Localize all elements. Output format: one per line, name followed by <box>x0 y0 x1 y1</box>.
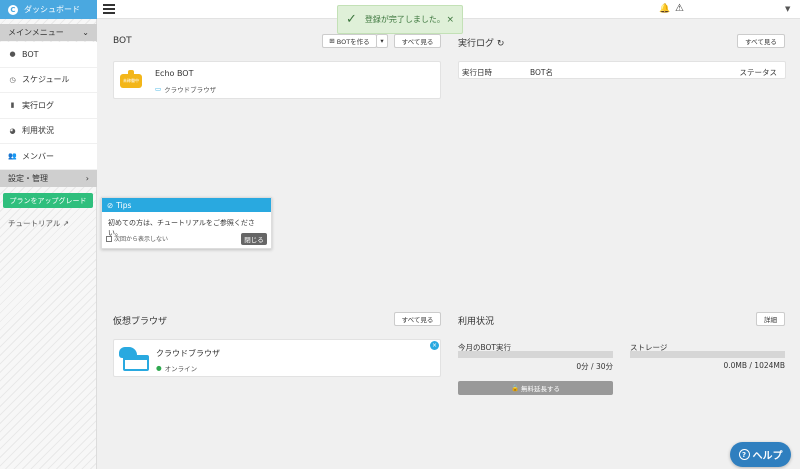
user-menu-caret-icon[interactable]: ▼ <box>785 5 790 13</box>
main-menu-label: メインメニュー <box>8 28 64 37</box>
tutorial-link[interactable]: チュートリアル ↗ <box>8 218 69 229</box>
main-menu: ● BOT ◷ スケジュール ▮ 実行ログ ◕ 利用状況 👥 メンバー <box>0 42 97 170</box>
vbrowser-view-all-button[interactable]: すべて見る <box>394 312 441 326</box>
vbrowser-card[interactable]: クラウドブラウザ ● オンライン × <box>113 339 441 377</box>
close-circle-icon[interactable]: × <box>430 341 439 350</box>
bot-avatar-label: 未稼働中 <box>120 74 142 88</box>
toast-message: 登録が完了しました。 <box>364 15 445 24</box>
vbrowser-status: ● オンライン <box>156 363 197 373</box>
tips-close-button[interactable]: 閉じる <box>241 233 267 245</box>
tips-title: Tips <box>116 200 132 210</box>
tutorial-label: チュートリアル <box>8 219 61 228</box>
check-circle-icon: ⊘ <box>107 200 114 210</box>
refresh-icon[interactable]: ↻ <box>497 39 505 49</box>
close-icon[interactable]: × <box>446 15 454 25</box>
online-check-icon: ● <box>156 364 162 372</box>
cloud-browser-icon <box>119 345 149 373</box>
free-extend-label: 無料延長する <box>521 385 561 393</box>
plus-icon: ⊞ <box>329 37 335 45</box>
create-bot-dropdown[interactable]: ▾ <box>376 34 388 48</box>
question-icon: ? <box>738 449 750 460</box>
bot-view-all-button[interactable]: すべて見る <box>394 34 441 48</box>
log-col-status: ステータス <box>739 68 778 77</box>
bot-section-title: BOT <box>113 36 132 46</box>
usage-section-title: 利用状況 <box>458 317 495 327</box>
vbrowser-section-title: 仮想ブラウザ <box>113 317 168 327</box>
file-icon: ▮ <box>10 101 15 110</box>
clock-icon: ◷ <box>9 75 16 84</box>
check-icon: ✓ <box>346 12 357 27</box>
users-icon: 👥 <box>8 152 17 161</box>
sidebar-item-label: 利用状況 <box>22 126 54 136</box>
robot-icon: ● <box>9 50 16 59</box>
chevron-right-icon: › <box>85 174 89 183</box>
sidebar-item-schedule[interactable]: ◷ スケジュール <box>0 68 97 93</box>
external-link-icon: ↗ <box>62 219 70 228</box>
help-button[interactable]: ? ヘルプ <box>730 442 791 467</box>
sidebar-item-label: スケジュール <box>22 75 70 85</box>
log-table: 実行日時 BOT名 ステータス <box>458 61 786 79</box>
pie-chart-icon: ◕ <box>9 126 16 135</box>
bot-name: Echo BOT <box>155 69 194 78</box>
dashboard-label: ダッシュボード <box>24 5 80 14</box>
warning-icon[interactable]: ⚠ <box>675 3 684 14</box>
lock-icon: 🔒 <box>510 384 520 392</box>
tips-popover: ⊘ Tips 初めての方は、チュートリアルをご参照ください。 次回から表示しない … <box>101 197 272 249</box>
sidebar-item-usage[interactable]: ◕ 利用状況 <box>0 119 97 144</box>
upgrade-button[interactable]: プランをアップグレード <box>3 193 93 208</box>
storage-value: 0.0MB / 1024MB <box>723 361 785 370</box>
tips-header: ⊘ Tips <box>102 198 271 212</box>
bot-browser-label: クラウドブラウザ <box>164 86 217 94</box>
create-bot-label: BOTを作る <box>336 38 370 46</box>
caret-down-icon: ▾ <box>380 37 384 45</box>
sidebar-item-label: メンバー <box>22 151 54 161</box>
logo-icon: C <box>8 4 18 15</box>
sidebar: C ダッシュボード メインメニュー ⌄ ● BOT ◷ スケジュール ▮ 実行ログ ◕… <box>0 0 97 469</box>
vbrowser-name: クラウドブラウザ <box>156 349 220 358</box>
log-view-all-button[interactable]: すべて見る <box>737 34 785 48</box>
log-col-botname: BOT名 <box>530 68 553 77</box>
bell-icon[interactable]: 🔔 <box>659 4 670 14</box>
dont-show-checkbox[interactable]: 次回から表示しない <box>106 234 168 243</box>
log-section-title: 実行ログ ↻ <box>458 36 504 49</box>
sidebar-item-label: BOT <box>22 49 39 59</box>
settings-header[interactable]: 設定・管理 › <box>0 170 97 187</box>
sidebar-item-bot[interactable]: ● BOT <box>0 42 97 68</box>
create-bot-button[interactable]: ⊞ BOTを作る <box>322 34 377 48</box>
sidebar-item-label: 実行ログ <box>22 100 54 110</box>
sidebar-item-members[interactable]: 👥 メンバー <box>0 144 97 170</box>
hamburger-menu-icon[interactable] <box>103 4 115 14</box>
help-label: ヘルプ <box>752 451 783 462</box>
log-col-datetime: 実行日時 <box>462 68 492 77</box>
checkbox-icon[interactable] <box>106 235 112 242</box>
success-toast: ✓ 登録が完了しました。 × <box>337 5 463 34</box>
sidebar-item-log[interactable]: ▮ 実行ログ <box>0 93 97 119</box>
browser-icon: ▭ <box>155 85 162 93</box>
storage-bar <box>630 351 785 358</box>
chevron-down-icon: ⌄ <box>82 28 89 37</box>
monthly-usage-value: 0分 / 30分 <box>576 362 613 371</box>
sidebar-dashboard[interactable]: C ダッシュボード <box>0 0 97 19</box>
dont-show-label: 次回から表示しない <box>114 236 169 243</box>
bot-browser: ▭ クラウドブラウザ <box>155 84 216 94</box>
monthly-usage-bar <box>458 351 613 358</box>
bot-card[interactable]: 未稼働中 Echo BOT ▭ クラウドブラウザ <box>113 61 441 99</box>
free-extend-button[interactable]: 🔒 無料延長する <box>458 381 613 395</box>
vbrowser-status-label: オンライン <box>164 365 198 373</box>
settings-label: 設定・管理 <box>8 174 48 183</box>
log-title-label: 実行ログ <box>458 39 495 49</box>
main-menu-header[interactable]: メインメニュー ⌄ <box>0 24 97 41</box>
bot-avatar-icon: 未稼働中 <box>120 70 142 90</box>
usage-detail-button[interactable]: 詳細 <box>756 312 785 326</box>
